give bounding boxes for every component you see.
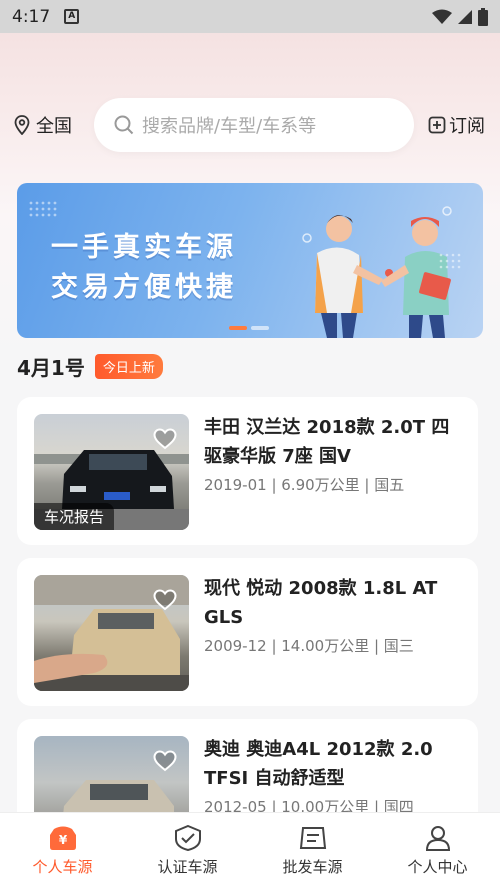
- condition-report-tag: 车况报告: [34, 503, 115, 530]
- listing-title: 奥迪 奥迪A4L 2012款 2.0 TFSI 自动舒适型: [204, 739, 433, 789]
- listing-title: 丰田 汉兰达 2018款 2.0T 四驱豪华版 7座 国V: [204, 417, 450, 467]
- location-selector[interactable]: 全国: [14, 112, 94, 138]
- wholesale-icon: [299, 827, 326, 849]
- favorite-heart-icon[interactable]: [153, 428, 177, 450]
- nav-label: 认证车源: [157, 858, 218, 876]
- subscribe-button[interactable]: 订阅: [428, 112, 485, 138]
- status-time: 4:17: [12, 6, 51, 27]
- date-section-header: 4月1号 今日上新: [17, 352, 163, 381]
- location-label: 全国: [36, 116, 72, 137]
- search-input[interactable]: 搜索品牌/车型/车系等: [94, 98, 414, 152]
- banner-dot-active: [229, 326, 247, 330]
- listing-meta: 2009-12 | 14.00万公里 | 国三: [204, 637, 414, 655]
- wifi-icon: [432, 9, 452, 24]
- nav-tab-personal-center[interactable]: 个人中心: [375, 813, 500, 888]
- nav-tab-wholesale-source[interactable]: 批发车源: [250, 813, 375, 888]
- banner-headline-2: 交易方便快捷: [51, 272, 237, 303]
- banner-dot: [251, 326, 269, 330]
- battery-icon: [478, 7, 488, 26]
- svg-text:¥: ¥: [58, 833, 67, 847]
- location-pin-icon: [14, 115, 30, 135]
- status-indicators: [432, 7, 488, 26]
- banner-dots-decoration: [29, 201, 57, 217]
- date-label: 4月1号: [17, 356, 85, 380]
- favorite-heart-icon[interactable]: [153, 589, 177, 611]
- status-bar: 4:17 A: [0, 0, 500, 33]
- car-photo: 车况报告: [34, 414, 189, 530]
- nav-tab-certified-source[interactable]: 认证车源: [125, 813, 250, 888]
- today-new-badge: 今日上新: [94, 354, 163, 379]
- subscribe-icon: [428, 116, 446, 134]
- banner-pagination: [229, 326, 269, 330]
- notification-app-icon: A: [64, 9, 80, 24]
- car-listing-card[interactable]: 车况报告 丰田 汉兰达 2018款 2.0T 四驱豪华版 7座 国V 2019-…: [17, 397, 478, 545]
- subscribe-label: 订阅: [449, 116, 485, 137]
- user-icon: [425, 826, 450, 851]
- banner-dots-decoration-right: [439, 253, 461, 269]
- car-listing-card[interactable]: 现代 悦动 2008款 1.8L AT GLS 2009-12 | 14.00万…: [17, 558, 478, 706]
- favorite-heart-icon[interactable]: [153, 750, 177, 772]
- signal-icon: [458, 9, 472, 24]
- nav-label: 批发车源: [282, 858, 343, 876]
- promo-banner[interactable]: 一手真实车源 交易方便快捷: [17, 183, 483, 338]
- car-photo: [34, 575, 189, 691]
- nav-label: 个人中心: [407, 858, 468, 876]
- car-source-icon: ¥: [49, 826, 76, 850]
- listing-title: 现代 悦动 2008款 1.8L AT GLS: [204, 578, 438, 628]
- nav-label: 个人车源: [32, 858, 93, 876]
- search-row: 全国 搜索品牌/车型/车系等 订阅: [0, 97, 500, 153]
- nav-tab-personal-source[interactable]: ¥ 个人车源: [0, 813, 125, 888]
- listing-meta: 2019-01 | 6.90万公里 | 国五: [204, 476, 405, 494]
- bottom-nav: ¥ 个人车源 认证车源 批发车源 个人中心: [0, 812, 500, 888]
- certified-icon: [174, 825, 201, 851]
- search-placeholder: 搜索品牌/车型/车系等: [142, 116, 317, 137]
- search-icon: [114, 115, 134, 135]
- banner-headline-1: 一手真实车源: [51, 232, 237, 263]
